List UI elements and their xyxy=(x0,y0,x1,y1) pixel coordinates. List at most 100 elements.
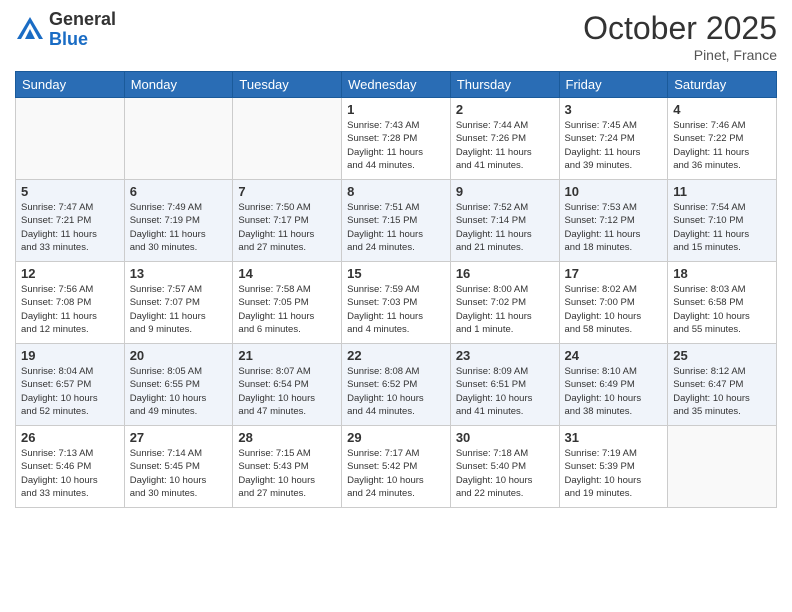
calendar-cell: 20 Sunrise: 8:05 AMSunset: 6:55 PMDayligh… xyxy=(124,344,233,426)
calendar-header-wednesday: Wednesday xyxy=(342,72,451,98)
calendar-header-thursday: Thursday xyxy=(450,72,559,98)
calendar-header-friday: Friday xyxy=(559,72,668,98)
logo-text: General Blue xyxy=(49,10,116,50)
day-info: Sunrise: 7:51 AMSunset: 7:15 PMDaylight:… xyxy=(347,201,445,254)
day-number: 21 xyxy=(238,348,336,363)
page: General Blue October 2025 Pinet, France … xyxy=(0,0,792,612)
calendar-cell: 15 Sunrise: 7:59 AMSunset: 7:03 PMDayligh… xyxy=(342,262,451,344)
day-info: Sunrise: 7:50 AMSunset: 7:17 PMDaylight:… xyxy=(238,201,336,254)
calendar-cell: 18Sunrise: 8:03 AMSunset: 6:58 PMDayligh… xyxy=(668,262,777,344)
location: Pinet, France xyxy=(583,47,777,63)
day-number: 12 xyxy=(21,266,119,281)
calendar-cell: 4 Sunrise: 7:46 AMSunset: 7:22 PMDaylight… xyxy=(668,98,777,180)
calendar-cell xyxy=(668,426,777,508)
day-info: Sunrise: 8:05 AMSunset: 6:55 PMDaylight:… xyxy=(130,365,228,418)
calendar-header-row: SundayMondayTuesdayWednesdayThursdayFrid… xyxy=(16,72,777,98)
day-info: Sunrise: 7:14 AMSunset: 5:45 PMDaylight:… xyxy=(130,447,228,500)
day-info: Sunrise: 7:53 AMSunset: 7:12 PMDaylight:… xyxy=(565,201,663,254)
day-info: Sunrise: 7:45 AMSunset: 7:24 PMDaylight:… xyxy=(565,119,663,172)
calendar-cell: 10 Sunrise: 7:53 AMSunset: 7:12 PMDayligh… xyxy=(559,180,668,262)
day-number: 14 xyxy=(238,266,336,281)
calendar-cell: 8 Sunrise: 7:51 AMSunset: 7:15 PMDaylight… xyxy=(342,180,451,262)
title-area: October 2025 Pinet, France xyxy=(583,10,777,63)
day-number: 15 xyxy=(347,266,445,281)
calendar-cell: 21 Sunrise: 8:07 AMSunset: 6:54 PMDayligh… xyxy=(233,344,342,426)
calendar-week-row: 1 Sunrise: 7:43 AMSunset: 7:28 PMDaylight… xyxy=(16,98,777,180)
day-info: Sunrise: 7:52 AMSunset: 7:14 PMDaylight:… xyxy=(456,201,554,254)
day-number: 2 xyxy=(456,102,554,117)
day-info: Sunrise: 8:10 AMSunset: 6:49 PMDaylight:… xyxy=(565,365,663,418)
day-info: Sunrise: 7:44 AMSunset: 7:26 PMDaylight:… xyxy=(456,119,554,172)
day-number: 3 xyxy=(565,102,663,117)
day-info: Sunrise: 7:57 AMSunset: 7:07 PMDaylight:… xyxy=(130,283,228,336)
day-number: 9 xyxy=(456,184,554,199)
calendar-cell: 28Sunrise: 7:15 AMSunset: 5:43 PMDayligh… xyxy=(233,426,342,508)
day-number: 19 xyxy=(21,348,119,363)
calendar-cell: 23 Sunrise: 8:09 AMSunset: 6:51 PMDayligh… xyxy=(450,344,559,426)
day-number: 7 xyxy=(238,184,336,199)
calendar-cell: 6Sunrise: 7:49 AMSunset: 7:19 PMDaylight… xyxy=(124,180,233,262)
day-number: 4 xyxy=(673,102,771,117)
day-info: Sunrise: 8:07 AMSunset: 6:54 PMDaylight:… xyxy=(238,365,336,418)
day-number: 26 xyxy=(21,430,119,445)
logo-general-text: General xyxy=(49,10,116,30)
day-number: 10 xyxy=(565,184,663,199)
day-info: Sunrise: 8:08 AMSunset: 6:52 PMDaylight:… xyxy=(347,365,445,418)
day-number: 23 xyxy=(456,348,554,363)
calendar-cell xyxy=(16,98,125,180)
calendar-cell: 7 Sunrise: 7:50 AMSunset: 7:17 PMDaylight… xyxy=(233,180,342,262)
calendar-cell: 9 Sunrise: 7:52 AMSunset: 7:14 PMDaylight… xyxy=(450,180,559,262)
day-number: 8 xyxy=(347,184,445,199)
day-info: Sunrise: 7:19 AMSunset: 5:39 PMDaylight:… xyxy=(565,447,663,500)
day-number: 27 xyxy=(130,430,228,445)
header: General Blue October 2025 Pinet, France xyxy=(15,10,777,63)
calendar-cell: 1 Sunrise: 7:43 AMSunset: 7:28 PMDaylight… xyxy=(342,98,451,180)
day-number: 25 xyxy=(673,348,771,363)
calendar-week-row: 12Sunrise: 7:56 AMSunset: 7:08 PMDayligh… xyxy=(16,262,777,344)
calendar-cell: 27 Sunrise: 7:14 AMSunset: 5:45 PMDayligh… xyxy=(124,426,233,508)
day-number: 31 xyxy=(565,430,663,445)
calendar-cell: 16 Sunrise: 8:00 AMSunset: 7:02 PMDayligh… xyxy=(450,262,559,344)
day-info: Sunrise: 7:58 AMSunset: 7:05 PMDaylight:… xyxy=(238,283,336,336)
day-info: Sunrise: 8:00 AMSunset: 7:02 PMDaylight:… xyxy=(456,283,554,336)
day-number: 16 xyxy=(456,266,554,281)
calendar-cell xyxy=(233,98,342,180)
day-info: Sunrise: 7:46 AMSunset: 7:22 PMDaylight:… xyxy=(673,119,771,172)
day-number: 1 xyxy=(347,102,445,117)
day-info: Sunrise: 7:43 AMSunset: 7:28 PMDaylight:… xyxy=(347,119,445,172)
day-info: Sunrise: 7:18 AMSunset: 5:40 PMDaylight:… xyxy=(456,447,554,500)
calendar-cell: 11Sunrise: 7:54 AMSunset: 7:10 PMDayligh… xyxy=(668,180,777,262)
day-number: 5 xyxy=(21,184,119,199)
day-number: 30 xyxy=(456,430,554,445)
day-number: 18 xyxy=(673,266,771,281)
calendar-cell: 24Sunrise: 8:10 AMSunset: 6:49 PMDayligh… xyxy=(559,344,668,426)
calendar-header-saturday: Saturday xyxy=(668,72,777,98)
calendar: SundayMondayTuesdayWednesdayThursdayFrid… xyxy=(15,71,777,508)
calendar-cell xyxy=(124,98,233,180)
day-info: Sunrise: 8:04 AMSunset: 6:57 PMDaylight:… xyxy=(21,365,119,418)
day-number: 29 xyxy=(347,430,445,445)
day-number: 13 xyxy=(130,266,228,281)
logo: General Blue xyxy=(15,10,116,50)
calendar-cell: 12Sunrise: 7:56 AMSunset: 7:08 PMDayligh… xyxy=(16,262,125,344)
calendar-cell: 3 Sunrise: 7:45 AMSunset: 7:24 PMDaylight… xyxy=(559,98,668,180)
day-info: Sunrise: 8:12 AMSunset: 6:47 PMDaylight:… xyxy=(673,365,771,418)
calendar-cell: 2 Sunrise: 7:44 AMSunset: 7:26 PMDaylight… xyxy=(450,98,559,180)
day-info: Sunrise: 7:47 AMSunset: 7:21 PMDaylight:… xyxy=(21,201,119,254)
day-info: Sunrise: 8:09 AMSunset: 6:51 PMDaylight:… xyxy=(456,365,554,418)
day-number: 6 xyxy=(130,184,228,199)
calendar-cell: 26Sunrise: 7:13 AMSunset: 5:46 PMDayligh… xyxy=(16,426,125,508)
day-number: 22 xyxy=(347,348,445,363)
calendar-cell: 19 Sunrise: 8:04 AMSunset: 6:57 PMDayligh… xyxy=(16,344,125,426)
calendar-cell: 5 Sunrise: 7:47 AMSunset: 7:21 PMDaylight… xyxy=(16,180,125,262)
day-number: 28 xyxy=(238,430,336,445)
calendar-cell: 30 Sunrise: 7:18 AMSunset: 5:40 PMDayligh… xyxy=(450,426,559,508)
day-info: Sunrise: 7:59 AMSunset: 7:03 PMDaylight:… xyxy=(347,283,445,336)
calendar-header-sunday: Sunday xyxy=(16,72,125,98)
day-number: 20 xyxy=(130,348,228,363)
calendar-cell: 17Sunrise: 8:02 AMSunset: 7:00 PMDayligh… xyxy=(559,262,668,344)
month-title: October 2025 xyxy=(583,10,777,47)
logo-blue-text: Blue xyxy=(49,30,116,50)
calendar-cell: 14 Sunrise: 7:58 AMSunset: 7:05 PMDayligh… xyxy=(233,262,342,344)
day-number: 11 xyxy=(673,184,771,199)
